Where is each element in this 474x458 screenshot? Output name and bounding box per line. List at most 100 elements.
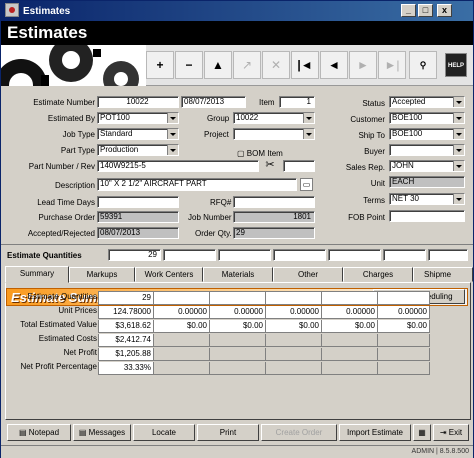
summary-cell: $1,205.88 bbox=[98, 348, 154, 361]
quantity-field[interactable] bbox=[273, 249, 326, 261]
messages-button[interactable]: ▤ Messages bbox=[73, 424, 131, 441]
bom-icon: ▢ bbox=[237, 149, 245, 158]
customer-label: Customer bbox=[350, 115, 385, 124]
estimate-number-label: Estimate Number bbox=[33, 98, 95, 107]
summary-cell bbox=[154, 334, 210, 347]
report-icon[interactable]: ▦ bbox=[413, 424, 431, 441]
estimate-number-field[interactable]: 10022 bbox=[97, 96, 179, 108]
next-record-button[interactable]: ► bbox=[349, 51, 377, 79]
first-record-button[interactable]: |◄ bbox=[291, 51, 319, 79]
summary-cell bbox=[378, 348, 430, 361]
terms-dropdown[interactable]: NET 30 bbox=[389, 193, 465, 205]
summary-cell bbox=[266, 362, 322, 375]
bottom-button-bar: ▤ Notepad ▤ Messages Locate Print Create… bbox=[1, 422, 473, 444]
purchase-order-label: Purchase Order bbox=[38, 213, 95, 222]
tab-work-centers[interactable]: Work Centers bbox=[135, 267, 203, 282]
cancel-button[interactable]: ✕ bbox=[262, 51, 290, 79]
summary-cell bbox=[210, 348, 266, 361]
summary-cell: 0.00000 bbox=[154, 306, 210, 319]
rfq-field[interactable] bbox=[233, 196, 315, 208]
part-number-field[interactable]: 140W9215-5 bbox=[97, 160, 259, 172]
project-dropdown[interactable] bbox=[233, 128, 315, 140]
fob-point-field[interactable] bbox=[389, 210, 465, 222]
customer-dropdown[interactable]: BOE100 bbox=[389, 112, 465, 124]
tab-materials[interactable]: Materials bbox=[203, 267, 273, 282]
buyer-dropdown[interactable] bbox=[389, 144, 465, 156]
summary-cell bbox=[154, 362, 210, 375]
locate-button[interactable]: Locate bbox=[133, 424, 195, 441]
up-button[interactable]: ▲ bbox=[204, 51, 232, 79]
terms-label: Terms bbox=[363, 196, 385, 205]
buyer-label: Buyer bbox=[364, 147, 385, 156]
note-icon[interactable]: ▭ bbox=[300, 178, 313, 191]
last-record-button[interactable]: ►| bbox=[378, 51, 406, 79]
status-bar: ADMIN | 8.5.8.500 bbox=[1, 445, 473, 458]
group-label: Group bbox=[207, 114, 230, 123]
summary-cell: $0.00 bbox=[266, 320, 322, 333]
summary-cell: $0.00 bbox=[322, 320, 378, 333]
binoculars-icon[interactable]: ⚲ bbox=[409, 51, 437, 79]
row-label: Total Estimated Value bbox=[20, 320, 97, 329]
tab-other[interactable]: Other bbox=[273, 267, 343, 282]
item-field[interactable]: 1 bbox=[279, 96, 315, 108]
tab-markups[interactable]: Markups bbox=[69, 267, 135, 282]
edit-button[interactable]: ↗ bbox=[233, 51, 261, 79]
quantity-field[interactable] bbox=[163, 249, 216, 261]
scissors-icon[interactable]: ✂ bbox=[263, 159, 277, 172]
quantity-field[interactable] bbox=[428, 249, 468, 261]
summary-cell bbox=[210, 334, 266, 347]
estimated-by-dropdown[interactable]: POT100 bbox=[97, 112, 179, 124]
part-type-dropdown[interactable]: Production bbox=[97, 144, 179, 156]
description-label: Description bbox=[54, 181, 95, 190]
description-field[interactable]: 10" X 2 1/2" AIRCRAFT PART bbox=[97, 178, 297, 191]
summary-cell bbox=[266, 348, 322, 361]
add-button[interactable]: + bbox=[146, 51, 174, 79]
create-order-button[interactable]: Create Order bbox=[261, 424, 337, 441]
notepad-button[interactable]: ▤ Notepad bbox=[7, 424, 71, 441]
unit-label: Unit bbox=[370, 179, 385, 188]
quantity-field[interactable] bbox=[218, 249, 271, 261]
row-label: Net Profit Percentage bbox=[20, 362, 97, 371]
rev-field[interactable] bbox=[283, 160, 315, 172]
row-label: Net Profit bbox=[63, 348, 97, 357]
delete-button[interactable]: − bbox=[175, 51, 203, 79]
status-dropdown[interactable]: Accepted bbox=[389, 96, 465, 108]
summary-cell: $2,412.74 bbox=[98, 334, 154, 347]
previous-record-button[interactable]: ◄ bbox=[320, 51, 348, 79]
sales-rep-dropdown[interactable]: JOHN bbox=[389, 160, 465, 172]
messages-label: Messages bbox=[88, 428, 126, 437]
estimate-form: Estimate Number 10022 08/07/2013 Item 1 … bbox=[1, 86, 473, 242]
ship-to-dropdown[interactable]: BOE100 bbox=[389, 128, 465, 140]
exit-button[interactable]: ⇥ Exit bbox=[433, 424, 469, 441]
tab-shipments[interactable]: Shipme bbox=[413, 267, 473, 282]
title-bar: Estimates _ □ x bbox=[1, 1, 473, 21]
estimate-quantities-row: Estimate Quantities 29 bbox=[1, 244, 473, 264]
summary-cell bbox=[266, 334, 322, 347]
tab-summary[interactable]: Summary bbox=[5, 266, 69, 283]
gears-logo-icon bbox=[1, 45, 139, 86]
job-type-dropdown[interactable]: Standard bbox=[97, 128, 179, 140]
group-dropdown[interactable]: 10022 bbox=[233, 112, 315, 124]
lead-time-field[interactable] bbox=[97, 196, 179, 208]
bom-item-label: ▢ BOM Item bbox=[237, 149, 283, 158]
row-label: Unit Prices bbox=[58, 306, 97, 315]
help-button[interactable]: HELP bbox=[445, 53, 467, 77]
quantity-field[interactable] bbox=[383, 249, 426, 261]
summary-cell: 0.00000 bbox=[378, 306, 430, 319]
minimize-button[interactable]: _ bbox=[401, 4, 416, 17]
unit-field: EACH bbox=[389, 176, 465, 188]
print-button[interactable]: Print bbox=[197, 424, 259, 441]
close-button[interactable]: x bbox=[437, 4, 452, 17]
quantity-field[interactable]: 29 bbox=[108, 249, 161, 261]
summary-cell bbox=[322, 292, 378, 305]
estimates-window: Estimates _ □ x Estimates + − ▲ ↗ ✕ |◄ ◄… bbox=[0, 0, 474, 458]
quantity-field[interactable] bbox=[328, 249, 381, 261]
exit-label: Exit bbox=[448, 428, 463, 437]
tab-charges[interactable]: Charges bbox=[343, 267, 413, 282]
estimate-date-field[interactable]: 08/07/2013 bbox=[181, 96, 246, 108]
maximize-button[interactable]: □ bbox=[418, 4, 433, 17]
summary-cell bbox=[210, 362, 266, 375]
part-number-label: Part Number / Rev bbox=[28, 162, 95, 171]
estimated-by-label: Estimated By bbox=[47, 114, 95, 123]
import-estimate-button[interactable]: Import Estimate bbox=[339, 424, 411, 441]
